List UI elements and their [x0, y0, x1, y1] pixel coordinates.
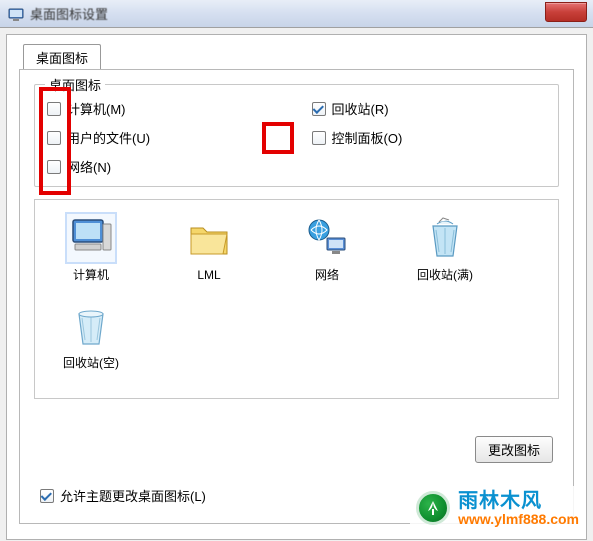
checkbox-label: 用户的文件(U): [67, 128, 150, 147]
watermark-text: 雨林木风 www.ylmf888.com: [458, 490, 579, 527]
button-row: 更改图标: [475, 436, 553, 463]
checkbox-controlpanel[interactable]: [312, 131, 326, 145]
icon-label: LML: [197, 268, 220, 284]
theme-checkbox-row[interactable]: 允许主题更改桌面图标(L): [40, 486, 206, 505]
folder-icon: [185, 214, 233, 262]
watermark-cn: 雨林木风: [458, 490, 579, 512]
icon-preview-area: 计算机 LML: [34, 199, 559, 399]
recyclebin-full-icon: [421, 214, 469, 262]
checkbox-network[interactable]: [47, 160, 61, 174]
close-button[interactable]: [545, 2, 587, 22]
icon-label: 回收站(空): [63, 356, 119, 372]
checkbox-label: 控制面板(O): [332, 128, 403, 147]
tab-panel: 桌面图标 计算机(M) 回收站(R) 用户的文件(U) 控制面板(O): [19, 69, 574, 524]
checkbox-label: 允许主题更改桌面图标(L): [60, 486, 206, 505]
watermark: 雨林木风 www.ylmf888.com: [410, 486, 585, 531]
checkbox-computer[interactable]: [47, 102, 61, 116]
tab-row: 桌面图标: [23, 43, 574, 69]
groupbox-title: 桌面图标: [45, 75, 105, 94]
icon-label: 网络: [315, 268, 339, 284]
titlebar: 桌面图标设置: [0, 0, 593, 28]
watermark-url: www.ylmf888.com: [458, 512, 579, 527]
icon-cell-computer[interactable]: 计算机: [47, 214, 135, 284]
checkbox-row-userfiles[interactable]: 用户的文件(U): [47, 128, 282, 147]
checkbox-row-controlpanel[interactable]: 控制面板(O): [312, 128, 547, 147]
computer-icon: [67, 214, 115, 262]
checkbox-grid: 计算机(M) 回收站(R) 用户的文件(U) 控制面板(O) 网络(N): [47, 99, 546, 176]
change-icon-button[interactable]: 更改图标: [475, 436, 553, 463]
window-icon: [8, 6, 24, 22]
checkbox-row-computer[interactable]: 计算机(M): [47, 99, 282, 118]
checkbox-theme[interactable]: [40, 489, 54, 503]
checkbox-label: 计算机(M): [67, 99, 126, 118]
icon-cell-recyclebin-full[interactable]: 回收站(满): [401, 214, 489, 284]
checkbox-row-recyclebin[interactable]: 回收站(R): [312, 99, 547, 118]
icon-grid: 计算机 LML: [47, 214, 546, 371]
groupbox-desktop-icons: 桌面图标 计算机(M) 回收站(R) 用户的文件(U) 控制面板(O): [34, 84, 559, 187]
icon-label: 回收站(满): [417, 268, 473, 284]
recyclebin-empty-icon: [67, 302, 115, 350]
tab-desktop-icons[interactable]: 桌面图标: [23, 44, 101, 70]
checkbox-label: 回收站(R): [332, 99, 389, 118]
icon-cell-lml[interactable]: LML: [165, 214, 253, 284]
watermark-logo-icon: [416, 491, 450, 525]
dialog-body: 桌面图标 桌面图标 计算机(M) 回收站(R) 用户的文件(U): [6, 34, 587, 540]
icon-cell-recyclebin-empty[interactable]: 回收站(空): [47, 302, 135, 372]
window-title: 桌面图标设置: [30, 4, 108, 23]
checkbox-row-network[interactable]: 网络(N): [47, 157, 282, 176]
icon-cell-network[interactable]: 网络: [283, 214, 371, 284]
checkbox-userfiles[interactable]: [47, 131, 61, 145]
icon-label: 计算机: [73, 268, 109, 284]
network-icon: [303, 214, 351, 262]
checkbox-label: 网络(N): [67, 157, 111, 176]
checkbox-recyclebin[interactable]: [312, 102, 326, 116]
